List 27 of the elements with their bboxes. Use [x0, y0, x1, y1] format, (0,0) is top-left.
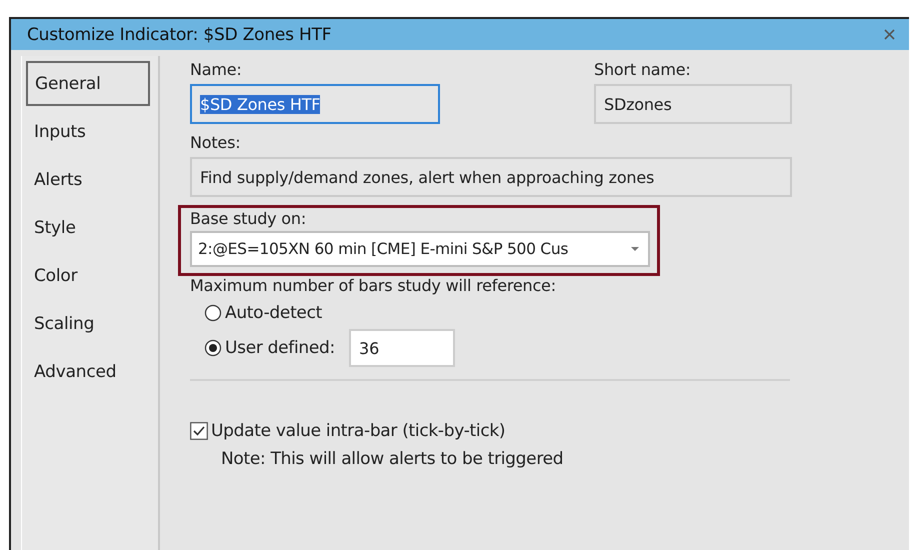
field-label: Maximum number of bars study will reference: — [190, 276, 557, 295]
window-title: Customize Indicator: $SD Zones HTF — [27, 24, 332, 44]
close-icon[interactable] — [884, 29, 895, 40]
field-label: Short name: — [594, 60, 692, 79]
radio-label[interactable]: Auto-detect — [225, 303, 322, 323]
sidebar-tab[interactable]: Alerts — [26, 157, 150, 202]
sidebar-tab[interactable]: Inputs — [26, 109, 150, 154]
dropdown[interactable]: 2:@ES=105XN 60 min [CME] E-mini S&P 500 Cus — [190, 231, 650, 267]
radio-button[interactable] — [204, 339, 222, 357]
sidebar-tab[interactable]: Advanced — [26, 349, 150, 394]
field-label: Name: — [190, 60, 243, 79]
sidebar-tab[interactable]: Style — [26, 205, 150, 250]
input-field[interactable]: Find supply/demand zones, alert when approaching zones — [190, 157, 792, 197]
input-field[interactable]: 36 — [348, 329, 455, 367]
radio-button[interactable] — [204, 304, 222, 322]
sidebar-tab[interactable]: Scaling — [26, 301, 150, 346]
input-field[interactable]: $SD Zones HTF — [190, 84, 440, 124]
field-label: Notes: — [190, 133, 242, 152]
sidebar-tab[interactable]: Color — [26, 253, 150, 298]
caret-icon — [630, 246, 640, 252]
checkbox[interactable] — [190, 422, 208, 440]
note-text: Note: This will allow alerts to be triggered — [221, 449, 564, 469]
sidebar-tab[interactable]: General — [26, 61, 150, 106]
input-field[interactable]: SDzones — [594, 84, 792, 124]
field-label: Base study on: — [190, 209, 308, 228]
radio-label[interactable]: User defined: — [225, 338, 335, 358]
checkbox-label[interactable]: Update value intra-bar (tick-by-tick) — [211, 421, 506, 441]
